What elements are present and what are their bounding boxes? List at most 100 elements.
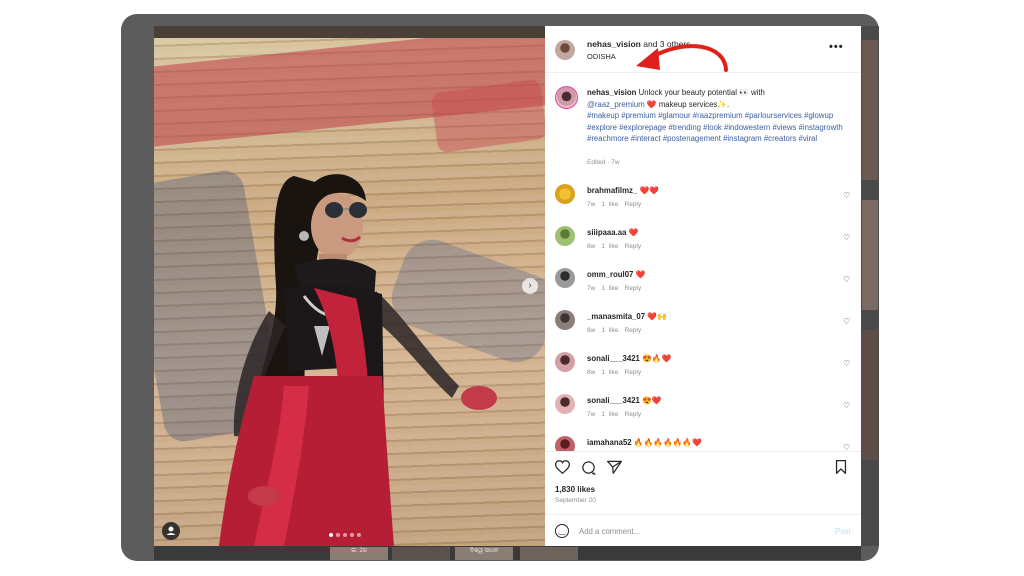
post-photo[interactable]: › <box>154 26 545 546</box>
comment-item: brahmafilmz_ ❤️❤️ 7w 1 like Reply ♡ <box>545 182 861 222</box>
comment-age: 7w <box>587 411 596 418</box>
comment-text-line: _manasmita_07 ❤️🙌 <box>587 312 667 321</box>
caption-text: makeup services✨. <box>658 99 730 109</box>
commenter-username[interactable]: siiipaaa.aa <box>587 228 626 237</box>
comment-input[interactable] <box>579 523 819 539</box>
caption-edited-time: Edited · 7w <box>587 159 620 166</box>
comment-text: 🔥🔥🔥🔥🔥🔥❤️ <box>633 438 702 447</box>
caption-username[interactable]: nehas_vision <box>587 88 636 97</box>
background-thumb-caption: ବିଶ୍ୱ ସାଧନ <box>455 547 513 560</box>
comment-meta: 7w 1 like Reply <box>587 411 647 418</box>
background-thumb <box>392 547 450 560</box>
comment-text-line: omm_roul07 ❤️ <box>587 270 645 279</box>
comment-text-line: brahmafilmz_ ❤️❤️ <box>587 186 659 195</box>
emoji-icon[interactable]: ‿ <box>555 524 569 538</box>
commenter-avatar[interactable] <box>555 268 575 288</box>
caption-author-avatar[interactable] <box>555 86 578 109</box>
carousel-next-button[interactable]: › <box>522 278 538 294</box>
comment-item: sonali___3421 😍🔥❤️ 8w 1 like Reply ♡ <box>545 350 861 390</box>
commenter-username[interactable]: sonali___3421 <box>587 354 640 363</box>
post-date: September 20 <box>555 497 596 504</box>
author-avatar[interactable] <box>555 40 575 60</box>
commenter-avatar[interactable] <box>555 184 575 204</box>
post-modal: › nehas_vision and 3 others ODISHA ••• n… <box>154 26 861 546</box>
comment-icon[interactable] <box>581 460 596 477</box>
comment-item: _manasmita_07 ❤️🙌 8w 1 like Reply ♡ <box>545 308 861 348</box>
commenter-avatar[interactable] <box>555 226 575 246</box>
background-thumb-caption: ଇ. 2ଜ <box>330 547 388 560</box>
comment-like-count[interactable]: 1 like <box>601 285 618 292</box>
commenter-avatar[interactable] <box>555 352 575 372</box>
woman-in-saree-figure <box>219 174 497 546</box>
commenter-avatar[interactable] <box>555 310 575 330</box>
bookmark-icon[interactable] <box>835 460 847 476</box>
comment-reply-button[interactable]: Reply <box>625 201 642 208</box>
comment-reply-button[interactable]: Reply <box>625 369 642 376</box>
comment-meta: 8w 1 like Reply <box>587 369 647 376</box>
comment-heart-icon[interactable]: ♡ <box>843 359 850 368</box>
comment-text: ❤️ <box>628 228 639 237</box>
comment-age: 7w <box>587 285 596 292</box>
comment-like-count[interactable]: 1 like <box>601 243 618 250</box>
carousel-dot <box>336 533 340 537</box>
background-thumb <box>862 330 878 460</box>
heart-icon[interactable] <box>554 460 571 476</box>
comment-heart-icon[interactable]: ♡ <box>843 275 850 284</box>
comment-age: 8w <box>587 243 596 250</box>
carousel-dot <box>357 533 361 537</box>
annotation-arrow <box>636 44 728 72</box>
comment-reply-button[interactable]: Reply <box>625 411 642 418</box>
send-icon[interactable] <box>607 460 622 476</box>
comment-meta: 8w 1 like Reply <box>587 327 647 334</box>
comment-like-count[interactable]: 1 like <box>601 201 618 208</box>
carousel-indicator <box>329 533 361 537</box>
comment-text-line: iamahana52 🔥🔥🔥🔥🔥🔥❤️ <box>587 438 702 447</box>
post-location[interactable]: ODISHA <box>587 52 616 61</box>
post-comment-button[interactable]: Post <box>835 527 851 536</box>
comment-text: ❤️❤️ <box>639 186 659 195</box>
comment-heart-icon[interactable]: ♡ <box>843 191 850 200</box>
commenter-username[interactable]: brahmafilmz_ <box>587 186 637 195</box>
caption-hashtags[interactable]: #makeup #premium #glamour #raazpremium #… <box>587 111 843 143</box>
comment-text-line: sonali___3421 😍🔥❤️ <box>587 354 671 363</box>
comment-reply-button[interactable]: Reply <box>625 327 642 334</box>
carousel-dot <box>329 533 333 537</box>
post-actions: 1,830 likes September 20 ‿ Post <box>545 451 861 546</box>
comment-meta: 7w 1 like Reply <box>587 285 647 292</box>
user-tag-icon[interactable] <box>162 522 180 540</box>
comment-text-line: sonali___3421 😍❤️ <box>587 396 661 405</box>
comment-text-line: siiipaaa.aa ❤️ <box>587 228 638 237</box>
background-thumb <box>520 547 578 560</box>
caption-heart-emoji: ❤️ <box>646 99 657 109</box>
commenter-username[interactable]: sonali___3421 <box>587 396 640 405</box>
comment-like-count[interactable]: 1 like <box>601 327 618 334</box>
comment-heart-icon[interactable]: ♡ <box>843 401 850 410</box>
comment-text: 😍❤️ <box>642 396 662 405</box>
comment-like-count[interactable]: 1 like <box>601 411 618 418</box>
comment-text: 😍🔥❤️ <box>642 354 672 363</box>
comment-heart-icon[interactable]: ♡ <box>843 317 850 326</box>
caption-text: Unlock your beauty potential 👀 with <box>638 88 765 97</box>
background-thumb <box>862 200 878 310</box>
carousel-dot <box>350 533 354 537</box>
comment-age: 8w <box>587 369 596 376</box>
caption-mention-link[interactable]: @raaz_premium <box>587 100 645 109</box>
commenter-username[interactable]: omm_roul07 <box>587 270 633 279</box>
comment-text: ❤️ <box>635 270 646 279</box>
like-count[interactable]: 1,830 likes <box>555 485 595 494</box>
comment-item: omm_roul07 ❤️ 7w 1 like Reply ♡ <box>545 266 861 306</box>
comment-heart-icon[interactable]: ♡ <box>843 233 850 242</box>
comment-item: siiipaaa.aa ❤️ 8w 1 like Reply ♡ <box>545 224 861 264</box>
commenter-username[interactable]: _manasmita_07 <box>587 312 645 321</box>
comment-like-count[interactable]: 1 like <box>601 369 618 376</box>
background-thumb <box>862 40 878 180</box>
carousel-dot <box>343 533 347 537</box>
comment-reply-button[interactable]: Reply <box>625 243 642 250</box>
commenter-avatar[interactable] <box>555 394 575 414</box>
more-horizontal-icon[interactable]: ••• <box>829 41 844 53</box>
commenter-username[interactable]: iamahana52 <box>587 438 632 447</box>
comment-reply-button[interactable]: Reply <box>625 285 642 292</box>
post-caption: nehas_vision Unlock your beauty potentia… <box>587 87 849 145</box>
comment-item: sonali___3421 😍❤️ 7w 1 like Reply ♡ <box>545 392 861 432</box>
comment-meta: 8w 1 like Reply <box>587 243 647 250</box>
